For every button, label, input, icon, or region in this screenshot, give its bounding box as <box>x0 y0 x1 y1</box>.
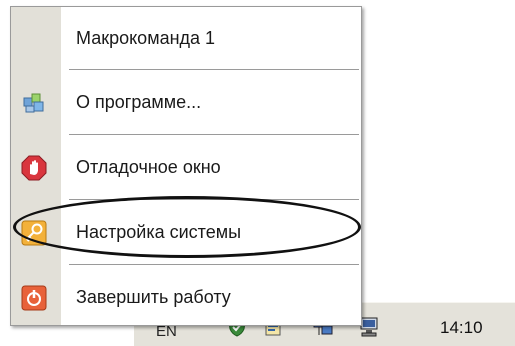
menu-item-label: Макрокоманда 1 <box>76 28 216 48</box>
key-icon <box>21 220 47 246</box>
menu-item-label: Завершить работу <box>76 287 231 307</box>
menu-item-label: О программе... <box>76 92 202 112</box>
power-icon <box>21 285 47 311</box>
menu-item-system-settings[interactable]: Настройка системы <box>11 205 361 261</box>
about-icon <box>23 93 44 113</box>
menu-item-debug-window[interactable]: Отладочное окно <box>11 140 361 196</box>
menu-item-about[interactable]: О программе... <box>11 75 361 131</box>
menu-item-shutdown[interactable]: Завершить работу <box>11 270 361 326</box>
menu-separator <box>69 134 359 135</box>
menu-separator <box>69 199 359 200</box>
context-menu: Макрокоманда 1 О программе... Отладочное… <box>10 6 362 326</box>
menu-item-label: Отладочное окно <box>76 157 221 177</box>
taskbar-clock[interactable]: 14:10 <box>440 318 483 338</box>
menu-item-label: Настройка системы <box>76 222 242 242</box>
menu-item-macro-1[interactable]: Макрокоманда 1 <box>11 11 361 67</box>
stop-hand-icon <box>21 155 47 181</box>
menu-separator <box>69 69 359 70</box>
menu-separator <box>69 264 359 265</box>
screenshot-stage: EN 14:10 Макрокоманда 1 О программе... О… <box>0 0 515 346</box>
